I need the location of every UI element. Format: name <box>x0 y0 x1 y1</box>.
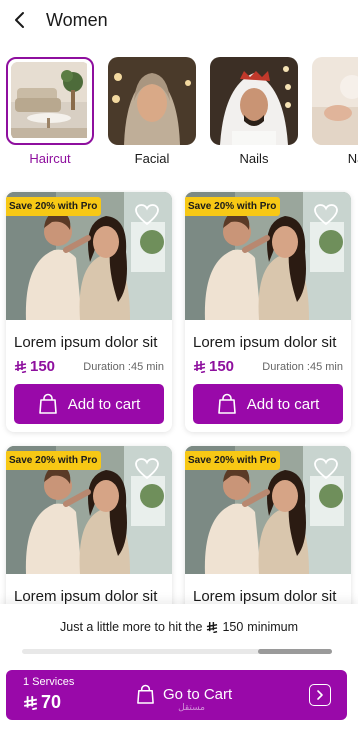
category-facial[interactable]: Facial <box>108 57 196 166</box>
product-title: Lorem ipsum dolor sit <box>14 334 158 351</box>
category-image <box>312 57 358 145</box>
category-more[interactable]: Na <box>312 57 358 166</box>
services-count: 1 Services <box>23 676 75 688</box>
product-image: Save 20% with Pro <box>185 446 351 574</box>
riyal-icon <box>207 621 218 633</box>
cart-summary-sheet: Just a little more to hit the 150 minimu… <box>0 604 358 736</box>
category-strip: Haircut Facial Nails N <box>0 57 358 172</box>
pro-discount-badge: Save 20% with Pro <box>6 197 102 216</box>
category-nails[interactable]: Nails <box>210 57 298 166</box>
pro-discount-badge: Save 20% with Pro <box>6 451 102 470</box>
product-price: 150 <box>193 358 234 375</box>
category-label: Haircut <box>29 151 71 166</box>
page-title: Women <box>46 9 108 30</box>
product-grid: Save 20% with Pro Lorem ipsum dolor sit … <box>0 190 358 610</box>
minimum-order-message: Just a little more to hit the 150 minimu… <box>60 620 298 634</box>
product-image: Save 20% with Pro <box>185 192 351 320</box>
nails-image <box>312 57 358 145</box>
shopping-bag-icon <box>38 393 57 414</box>
product-title: Lorem ipsum dolor sit <box>14 588 158 605</box>
pro-discount-badge: Save 20% with Pro <box>185 451 281 470</box>
product-duration: Duration :45 min <box>262 360 343 373</box>
shopping-bag-icon <box>217 393 236 414</box>
heart-icon[interactable] <box>134 457 160 481</box>
add-to-cart-button[interactable]: Add to cart <box>14 384 164 424</box>
product-card[interactable]: Save 20% with Pro Lorem ipsum dolor sit … <box>6 192 172 432</box>
woman-hijab-image <box>108 57 196 145</box>
category-haircut[interactable]: Haircut <box>6 57 94 166</box>
product-price: 150 <box>14 358 55 375</box>
riyal-icon <box>14 360 27 373</box>
chevron-left-icon <box>15 12 24 28</box>
category-image <box>108 57 196 145</box>
go-to-cart-button[interactable]: 1 Services 70 Go to Cart مستقل <box>6 670 347 720</box>
shopping-bag-icon <box>137 684 154 704</box>
product-card[interactable]: Save 20% with Pro Lorem ipsum dolor sit <box>185 446 351 610</box>
cart-total: 70 <box>23 692 61 713</box>
product-image: Save 20% with Pro <box>6 192 172 320</box>
back-button[interactable] <box>2 0 38 40</box>
progress-fill <box>257 649 332 654</box>
category-image <box>210 57 298 145</box>
riyal-icon <box>23 695 38 710</box>
product-image: Save 20% with Pro <box>6 446 172 574</box>
man-ghutra-image <box>210 57 298 145</box>
watermark: مستقل <box>178 702 205 712</box>
category-label: Facial <box>134 151 170 166</box>
chevron-right-icon <box>309 684 331 706</box>
product-title: Lorem ipsum dolor sit <box>193 588 337 605</box>
product-card[interactable]: Save 20% with Pro Lorem ipsum dolor sit <box>6 446 172 610</box>
top-bar: Women <box>0 0 358 40</box>
minimum-progress-bar <box>22 649 332 654</box>
category-image <box>6 57 94 145</box>
product-title: Lorem ipsum dolor sit <box>193 334 337 351</box>
product-card[interactable]: Save 20% with Pro Lorem ipsum dolor sit … <box>185 192 351 432</box>
riyal-icon <box>193 360 206 373</box>
add-to-cart-button[interactable]: Add to cart <box>193 384 343 424</box>
pro-discount-badge: Save 20% with Pro <box>185 197 281 216</box>
salon-interior-image <box>11 62 87 138</box>
heart-icon[interactable] <box>313 457 339 481</box>
product-duration: Duration :45 min <box>83 360 164 373</box>
heart-icon[interactable] <box>313 203 339 227</box>
heart-icon[interactable] <box>134 203 160 227</box>
category-label: Na <box>347 151 358 166</box>
category-label: Nails <box>239 151 269 166</box>
